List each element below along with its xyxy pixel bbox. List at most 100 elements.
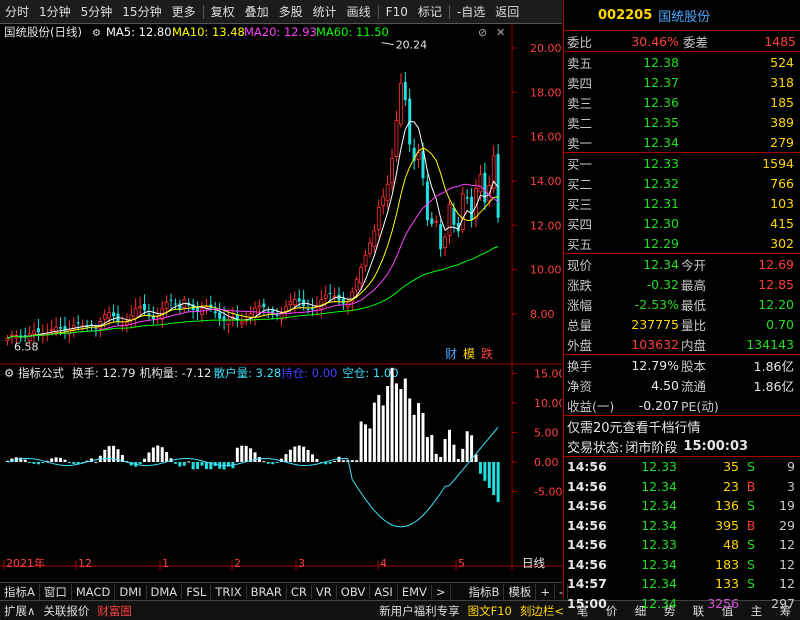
toolbar-btn-13[interactable]: 返回 xyxy=(490,3,524,20)
toolbar-btn-12[interactable]: -自选 xyxy=(452,3,490,20)
toolbar-btn-9[interactable]: 画线 xyxy=(342,3,376,20)
indicator-value-4: 空仓: 1.00 xyxy=(342,366,398,380)
tick-row-2: 14:56 12.34 136 S 19 xyxy=(567,498,795,514)
indicator-tab-9[interactable]: VR xyxy=(312,584,337,599)
stat2-row-2: 收益(一) -0.207 PE(动) xyxy=(567,397,719,414)
badge-1[interactable]: 模 xyxy=(463,347,475,361)
indicator-tab-5[interactable]: FSL xyxy=(182,584,212,599)
depth-price: 12.37 xyxy=(643,74,679,90)
indicator-tab-11[interactable]: ASI xyxy=(370,584,398,599)
indicator-bar xyxy=(72,462,76,464)
close-icon[interactable]: ✕ xyxy=(496,26,505,39)
indicator-bar xyxy=(492,462,496,496)
toolbar-btn-3[interactable]: 15分钟 xyxy=(117,3,166,20)
bottom-mid-0[interactable]: 图文F10 xyxy=(464,603,516,619)
buy-row-3: 买四 12.30 415 xyxy=(567,215,794,232)
bottom-mid-1[interactable]: 刻边栏< xyxy=(516,603,568,619)
buy-row-0: 买一 12.33 1594 xyxy=(567,155,794,172)
indicator-title[interactable]: ⚙ 指标公式 xyxy=(4,366,64,380)
depth-promo-link[interactable]: 仅需20元查看千档行情 xyxy=(564,416,800,436)
indicator-bar xyxy=(67,462,71,463)
toolbar-btn-0[interactable]: 分时 xyxy=(0,3,34,20)
candle-body xyxy=(36,328,40,333)
indicator-tab-4[interactable]: DMA xyxy=(147,584,183,599)
indicator-tab-16[interactable]: + xyxy=(536,584,556,599)
candle-body xyxy=(363,254,368,267)
candle-body xyxy=(196,307,200,312)
candle-body xyxy=(239,321,244,325)
bottom-left-0[interactable]: 扩展∧ xyxy=(0,603,39,619)
indicator-value-3: 持仓: 0.00 xyxy=(281,366,337,380)
period-corner-label[interactable]: 日线 xyxy=(522,556,545,570)
indicator-bar xyxy=(160,447,164,462)
indicator-tab-12[interactable]: EMV xyxy=(398,584,432,599)
toolbar-btn-4[interactable]: 更多 xyxy=(167,3,201,20)
indicator-bar xyxy=(28,462,32,463)
candle-body xyxy=(32,330,36,335)
indicator-value-1: 机构量: -7.12 xyxy=(140,366,212,380)
toolbar-btn-11[interactable]: 标记 xyxy=(413,3,447,20)
toolbar-btn-10[interactable]: F10 xyxy=(381,5,413,19)
sell-row-4: 卖一 12.34 279 xyxy=(567,134,794,151)
indicator-tab-8[interactable]: CR xyxy=(287,584,312,599)
settings-gear-icon[interactable]: ⚙ xyxy=(92,28,101,39)
candle-body xyxy=(452,207,456,225)
candle-body xyxy=(257,305,262,308)
indicator-tab-1[interactable]: 窗口 xyxy=(40,583,72,600)
toolbar-btn-5[interactable]: 复权 xyxy=(206,3,240,20)
indicator-tab-6[interactable]: TRIX xyxy=(211,584,247,599)
toolbar-btn-1[interactable]: 1分钟 xyxy=(34,3,76,20)
indicator-tab-10[interactable]: OBV xyxy=(337,584,371,599)
indicator-bar xyxy=(461,448,465,462)
indicator-tab-2[interactable]: MACD xyxy=(72,584,116,599)
bottom-left-2[interactable]: 财富圈 xyxy=(93,603,136,619)
stock-name: 国统股份 xyxy=(658,9,711,25)
indicator-tab-14[interactable]: 指标B xyxy=(465,583,505,600)
candle-body xyxy=(248,313,253,318)
promo-link[interactable]: 新用户福利专享 xyxy=(375,603,464,619)
candle-body xyxy=(354,279,359,291)
indicator-bar xyxy=(173,462,177,464)
indicator-tab-7[interactable]: BRAR xyxy=(247,584,287,599)
indicator-value-2: 散户量: 3.28 xyxy=(214,366,282,380)
indicator-tab-0[interactable]: 指标A xyxy=(0,583,40,600)
toolbar-btn-8[interactable]: 统计 xyxy=(308,3,342,20)
candle-body xyxy=(390,157,394,184)
buy-row-1: 买二 12.32 766 xyxy=(567,175,794,192)
kline-chart[interactable]: 20.0018.0016.0014.0012.0010.008.00 国统股份(… xyxy=(0,24,562,570)
candle-body xyxy=(169,299,173,301)
candle-body xyxy=(102,314,107,320)
candle-body xyxy=(483,172,487,203)
badge-0[interactable]: 财 xyxy=(445,347,457,361)
indicator-bar xyxy=(456,458,460,462)
indicator-bar xyxy=(156,445,160,462)
toolbar-btn-7[interactable]: 多股 xyxy=(274,3,308,20)
toolbar-btn-6[interactable]: 叠加 xyxy=(240,3,274,20)
indicator-bar xyxy=(271,462,275,465)
indicator-bar xyxy=(178,462,182,467)
candle-body xyxy=(434,220,439,223)
candle-body xyxy=(425,181,429,221)
candle-body xyxy=(447,204,452,236)
depth-price: 12.36 xyxy=(643,94,679,110)
indicator-tab-15[interactable]: 模板 xyxy=(504,583,537,600)
candle-body xyxy=(5,337,10,341)
badge-2[interactable]: 跌 xyxy=(481,346,493,361)
indicator-bar xyxy=(288,449,292,462)
bottom-left-1[interactable]: 关联报价 xyxy=(39,603,93,619)
xaxis-label: 5 xyxy=(458,557,465,570)
stat2-row-1: 净资 4.50 流通 1.86亿 xyxy=(567,377,794,394)
indicator-tab-13[interactable]: > xyxy=(432,584,451,599)
candle-body xyxy=(443,236,447,248)
toolbar-btn-2[interactable]: 5分钟 xyxy=(76,3,118,20)
depth-price: 12.35 xyxy=(643,114,679,130)
indicator-tab-3[interactable]: DMI xyxy=(115,584,147,599)
indicator-bar xyxy=(284,454,288,462)
price-tick-label: 14.00 xyxy=(530,175,562,188)
candle-body xyxy=(292,299,297,306)
stock-header[interactable]: 002205 国统股份 xyxy=(564,0,800,30)
candle-body xyxy=(323,294,328,299)
zoom-icon[interactable]: ⊘ xyxy=(478,26,487,39)
indicator-value-0: 换手: 12.79 xyxy=(72,366,135,380)
candle-body xyxy=(465,197,469,199)
